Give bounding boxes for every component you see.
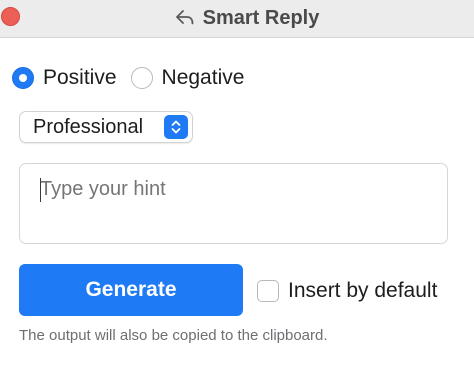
negative-label: Negative [161,66,245,89]
chevron-up-down-icon[interactable] [164,115,188,139]
negative-radio[interactable] [130,67,153,89]
title-bar: Smart Reply [0,0,474,38]
insert-default-checkbox[interactable] [257,280,279,302]
positive-label: Positive [43,66,117,89]
hint-input[interactable] [19,163,448,244]
generate-button[interactable]: Generate [19,264,243,316]
tone-option-positive[interactable]: Positive [12,66,117,90]
insert-default-label: Insert by default [288,279,438,302]
positive-radio[interactable] [12,67,34,89]
window-title-group: Smart Reply [0,0,474,36]
clipboard-note: The output will also be copied to the cl… [19,327,328,344]
insert-default-option[interactable]: Insert by default [257,279,437,303]
reply-arrow-icon [175,10,194,25]
window-title: Smart Reply [202,6,320,29]
tone-option-negative[interactable]: Negative [130,66,245,90]
style-select[interactable]: Professional [19,111,193,143]
style-select-value: Professional [33,115,144,138]
tone-radio-group: Positive Negative [12,64,258,92]
text-caret [40,178,41,202]
smart-reply-window: Smart Reply Positive Negative Profession… [0,0,474,392]
